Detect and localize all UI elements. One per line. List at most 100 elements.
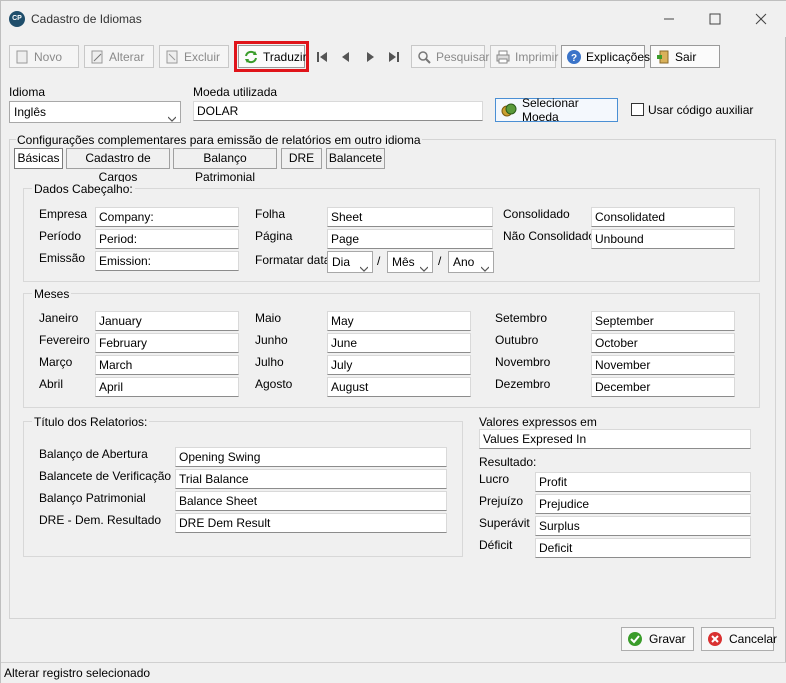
novo-button[interactable]: Novo bbox=[9, 45, 79, 68]
main-window: CP Cadastro de Idiomas Novo Alterar Excl… bbox=[0, 0, 786, 683]
month-field[interactable]: October bbox=[591, 333, 735, 353]
gravar-button[interactable]: Gravar bbox=[621, 627, 694, 651]
titulo-field[interactable]: Opening Swing bbox=[175, 447, 447, 467]
highlight-box bbox=[234, 41, 309, 72]
coins-icon bbox=[501, 102, 517, 118]
month-field[interactable]: July bbox=[327, 355, 471, 375]
month-field[interactable]: March bbox=[95, 355, 239, 375]
excluir-button[interactable]: Excluir bbox=[159, 45, 229, 68]
alterar-button[interactable]: Alterar bbox=[84, 45, 154, 68]
config-title: Configurações complementares para emissã… bbox=[16, 133, 422, 147]
cancel-icon bbox=[707, 631, 723, 647]
moeda-label: Moeda utilizada bbox=[193, 85, 278, 99]
emissao-label: Emissão bbox=[39, 251, 86, 265]
excluir-label: Excluir bbox=[184, 49, 221, 64]
mes-select-value: Mês bbox=[392, 255, 415, 269]
resultado-item-field[interactable]: Surplus bbox=[535, 516, 751, 536]
tab-dre[interactable]: DRE bbox=[281, 148, 322, 169]
titulo-field[interactable]: Balance Sheet bbox=[175, 491, 447, 511]
chevron-down-icon bbox=[419, 259, 429, 272]
idioma-select-value: Inglês bbox=[14, 105, 47, 119]
svg-text:?: ? bbox=[571, 53, 577, 64]
formatar-data-label: Formatar data bbox=[255, 253, 331, 267]
pesquisar-button[interactable]: Pesquisar bbox=[411, 45, 489, 68]
month-label: Abril bbox=[39, 377, 64, 391]
app-logo-icon: CP bbox=[9, 11, 25, 27]
chevron-down-icon bbox=[480, 259, 490, 272]
explicacoes-button[interactable]: ? Explicações bbox=[561, 45, 650, 68]
close-icon[interactable] bbox=[749, 7, 773, 31]
next-record-icon[interactable] bbox=[361, 47, 379, 67]
ano-select-value: Ano bbox=[453, 255, 475, 269]
tab-cadastro-cargos[interactable]: Cadastro de Cargos bbox=[66, 148, 170, 184]
delete-icon bbox=[164, 49, 180, 65]
folha-field[interactable]: Sheet bbox=[327, 207, 493, 227]
month-field[interactable]: November bbox=[591, 355, 735, 375]
titulo-label: Balanço de Abertura bbox=[39, 447, 148, 461]
pagina-label: Página bbox=[255, 229, 293, 243]
emissao-field[interactable]: Emission: bbox=[95, 251, 239, 271]
selecionar-moeda-label: Selecionar Moeda bbox=[522, 96, 579, 124]
tab-balanco-patrimonial[interactable]: Balanço Patrimonial bbox=[173, 148, 277, 184]
imprimir-button[interactable]: Imprimir bbox=[490, 45, 559, 68]
sair-button[interactable]: Sair bbox=[650, 45, 720, 68]
month-label: Dezembro bbox=[495, 377, 551, 391]
check-icon bbox=[627, 631, 643, 647]
dia-select[interactable]: Dia bbox=[327, 251, 373, 273]
meses-title: Meses bbox=[32, 287, 72, 301]
month-field[interactable]: May bbox=[327, 311, 471, 331]
last-record-icon[interactable] bbox=[385, 47, 403, 67]
first-record-icon[interactable] bbox=[313, 47, 331, 67]
month-field[interactable]: April bbox=[95, 377, 239, 397]
titulos-group bbox=[23, 421, 463, 557]
month-field[interactable]: August bbox=[327, 377, 471, 397]
idioma-label: Idioma bbox=[9, 85, 46, 99]
periodo-field[interactable]: Period: bbox=[95, 229, 239, 249]
month-field[interactable]: December bbox=[591, 377, 735, 397]
valores-field[interactable]: Values Expresed In bbox=[479, 429, 751, 449]
month-label: Janeiro bbox=[39, 311, 79, 325]
resultado-item-field[interactable]: Deficit bbox=[535, 538, 751, 558]
alterar-label: Alterar bbox=[109, 49, 145, 64]
month-field[interactable]: January bbox=[95, 311, 239, 331]
status-bar: Alterar registro selecionado bbox=[1, 662, 786, 683]
titulo-field[interactable]: Trial Balance bbox=[175, 469, 447, 489]
resultado-item-field[interactable]: Prejudice bbox=[535, 494, 751, 514]
resultado-item-field[interactable]: Profit bbox=[535, 472, 751, 492]
date-separator: / bbox=[438, 254, 442, 268]
exit-door-icon bbox=[655, 49, 671, 65]
mes-select[interactable]: Mês bbox=[387, 251, 433, 273]
dia-select-value: Dia bbox=[332, 255, 351, 269]
maximize-icon[interactable] bbox=[703, 7, 727, 31]
ano-select[interactable]: Ano bbox=[448, 251, 494, 273]
month-label: Novembro bbox=[495, 355, 551, 369]
empresa-field[interactable]: Company: bbox=[95, 207, 239, 227]
month-label: Maio bbox=[255, 311, 282, 325]
minimize-icon[interactable] bbox=[657, 7, 681, 31]
pesquisar-label: Pesquisar bbox=[436, 49, 490, 64]
pagina-field[interactable]: Page bbox=[327, 229, 493, 249]
tab-basicas[interactable]: Básicas bbox=[14, 148, 63, 169]
gravar-label: Gravar bbox=[649, 632, 686, 646]
selecionar-moeda-button[interactable]: Selecionar Moeda bbox=[495, 96, 618, 124]
imprimir-label: Imprimir bbox=[515, 49, 559, 64]
month-label: Setembro bbox=[495, 311, 548, 325]
nao-consolidado-field[interactable]: Unbound bbox=[591, 229, 735, 249]
folha-label: Folha bbox=[255, 207, 286, 221]
resultado-item-label: Déficit bbox=[479, 538, 513, 552]
idioma-select[interactable]: Inglês bbox=[9, 101, 181, 123]
resultado-item-label: Lucro bbox=[479, 472, 510, 486]
month-field[interactable]: February bbox=[95, 333, 239, 353]
explicacoes-label: Explicações bbox=[586, 49, 651, 64]
date-separator: / bbox=[377, 254, 381, 268]
month-field[interactable]: September bbox=[591, 311, 735, 331]
tab-balancete[interactable]: Balancete bbox=[326, 148, 385, 169]
periodo-label: Período bbox=[39, 229, 82, 243]
moeda-field[interactable]: DOLAR bbox=[193, 101, 483, 121]
usar-codigo-checkbox[interactable] bbox=[631, 103, 644, 116]
month-field[interactable]: June bbox=[327, 333, 471, 353]
previous-record-icon[interactable] bbox=[337, 47, 355, 67]
consolidado-field[interactable]: Consolidated bbox=[591, 207, 735, 227]
titulo-field[interactable]: DRE Dem Result bbox=[175, 513, 447, 533]
cancelar-button[interactable]: Cancelar bbox=[701, 627, 777, 651]
